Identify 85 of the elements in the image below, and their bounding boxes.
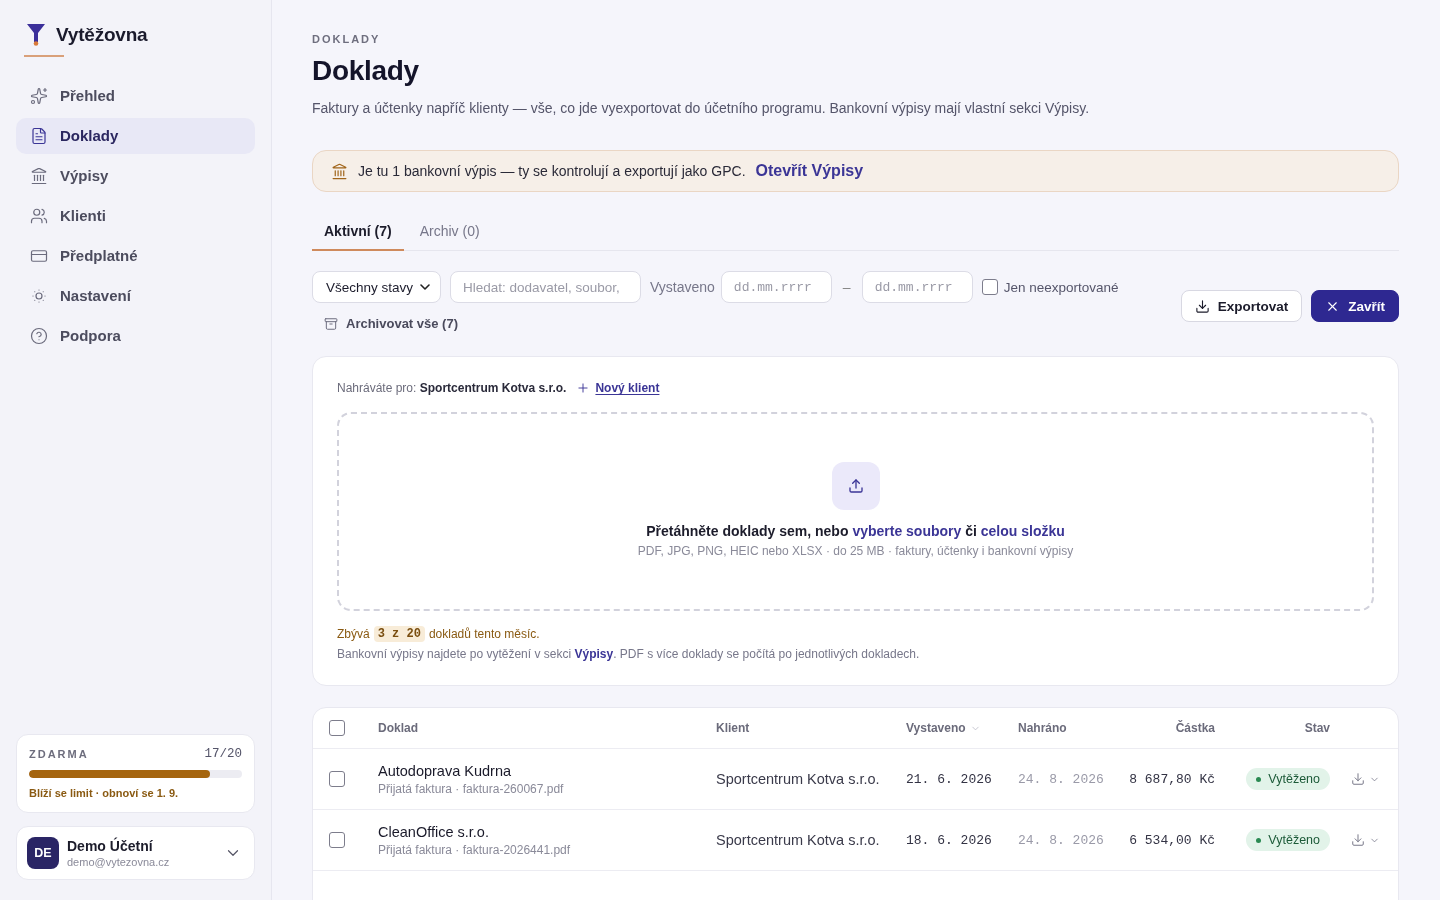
document-name: Autodoprava Kudrna	[378, 762, 512, 779]
document-name: CleanOffice s.r.o.	[378, 823, 490, 840]
unexported-checkbox[interactable]	[981, 279, 998, 295]
plan-usage: 17/20	[204, 747, 242, 761]
document-icon	[30, 126, 48, 145]
column-header: Doklad	[378, 721, 418, 735]
breadcrumb-label: DOKLADY	[312, 33, 382, 45]
plus-icon	[576, 381, 591, 395]
export-button[interactable]: Exportovat	[1180, 290, 1303, 322]
nav-item[interactable]: Přehled	[16, 77, 255, 114]
page-title: Doklady	[312, 55, 420, 87]
date-label: Vystaveno	[650, 279, 715, 295]
nav-item[interactable]: Doklady	[16, 117, 255, 154]
issued-date: 21. 6. 2026	[906, 771, 992, 787]
drop-instructions: Přetáhněte doklady sem, nebo vyberte soubory či celou složku	[646, 523, 1065, 539]
quota-text: dokladů tento měsíc.	[428, 627, 540, 641]
account-card[interactable]: DE Demo Účetní demo@vytezovna.cz	[16, 826, 255, 880]
avatar-initials: DE	[27, 837, 59, 869]
people-icon	[30, 206, 48, 225]
nav-item[interactable]: Výpisy	[16, 157, 255, 194]
client-name: Sportcentrum Kotva s.r.o.	[716, 832, 880, 848]
column-header: Částka	[1175, 721, 1215, 735]
tab[interactable]: Aktivní (7)	[312, 212, 404, 251]
help-icon	[30, 326, 48, 345]
uploaded-date: 24. 8. 2026	[1018, 771, 1104, 787]
date-to-field[interactable]: dd.mm.rrrr	[861, 271, 973, 303]
archive-all-button[interactable]: Archivovat vše (7)	[312, 314, 470, 333]
download-button[interactable]	[1350, 772, 1365, 786]
status-label: Vytěženo	[1268, 833, 1320, 847]
bank-icon	[30, 166, 48, 185]
select-all-checkbox[interactable]	[329, 720, 345, 736]
archive-icon	[324, 316, 338, 331]
column-header: Klient	[716, 721, 750, 735]
bank-icon	[331, 162, 348, 180]
amount: 6 534,00 Kč	[1129, 832, 1215, 848]
funnel-icon	[27, 24, 45, 46]
nav-item[interactable]: Podpora	[16, 317, 255, 354]
choose-folder-link[interactable]: celou složku	[980, 523, 1065, 539]
download-icon	[1350, 833, 1365, 847]
download-icon	[1194, 298, 1210, 314]
nav-item[interactable]: Předplatné	[16, 237, 255, 274]
nav-item[interactable]: Klienti	[16, 197, 255, 234]
status-label: Vytěženo	[1268, 772, 1320, 786]
column-header: Stav	[1304, 721, 1330, 735]
page-description: Faktury a účtenky napříč klienty — vše, co jde vyexportovat do účetního programu. Bankovní výpisy mají vlastní sekci Výpisy.	[312, 100, 1091, 116]
status-dot-icon	[1256, 837, 1262, 843]
plan-note: Blíží se limit · obnoví se 1. 9.	[29, 787, 180, 799]
search-field[interactable]: Hledat: dodavatel, soubor,	[450, 271, 641, 303]
close-button[interactable]: Zavřít	[1311, 290, 1399, 322]
tab[interactable]: Archiv (0)	[407, 212, 492, 251]
nav-item[interactable]: Nastavení	[16, 277, 255, 314]
user-email: demo@vytezovna.cz	[67, 856, 171, 868]
dropzone[interactable]: Přetáhněte doklady sem, nebo vyberte soubory či celou složku PDF, JPG, PNG, HEIC nebo XLSX · do 25 MB · faktury, účtenky i bankovní výpisy	[337, 412, 1374, 611]
upload-client-text: Nahráváte pro: Sportcentrum Kotva s.r.o.	[337, 381, 567, 395]
row-checkbox[interactable]	[329, 832, 345, 848]
date-from-field[interactable]: dd.mm.rrrr	[720, 271, 832, 303]
row-checkbox[interactable]	[329, 771, 345, 787]
quota-label: Zbývá	[337, 627, 370, 641]
issued-date: 18. 6. 2026	[906, 832, 992, 848]
sparkles-icon	[30, 86, 48, 105]
client-name: Sportcentrum Kotva s.r.o.	[716, 771, 880, 787]
plan-name: ZDARMA	[29, 748, 89, 760]
unexported-label: Jen neexportované	[1003, 279, 1119, 295]
date-separator: –	[841, 279, 852, 295]
upload-icon	[831, 462, 880, 510]
uploaded-date: 24. 8. 2026	[1018, 832, 1104, 848]
statements-link[interactable]: Výpisy	[574, 647, 614, 661]
banner-text: Je tu 1 bankovní výpis — ty se kontrolují a exportují jako GPC.	[358, 163, 746, 179]
open-statements-link[interactable]: Otevřít Výpisy	[755, 162, 864, 180]
status-dot-icon	[1256, 776, 1262, 782]
status-select[interactable]: Všechny stavy	[312, 271, 441, 303]
document-detail: Přijatá faktura · faktura-260067.pdf	[378, 781, 564, 796]
document-detail: Přijatá faktura · faktura-2026441.pdf	[378, 842, 571, 857]
download-icon	[1350, 772, 1365, 786]
quota-count: 3 z 20	[373, 626, 425, 642]
new-client-link[interactable]: Nový klient	[576, 381, 660, 395]
amount: 8 687,80 Kč	[1129, 771, 1215, 787]
user-name: Demo Účetní	[67, 838, 154, 854]
download-button[interactable]	[1350, 833, 1365, 847]
column-header[interactable]: Vystaveno	[906, 721, 966, 735]
statements-note: Bankovní výpisy najdete po vytěžení v sekci Výpisy. PDF s více doklady se počítá po jednotlivých dokladech.	[337, 647, 921, 661]
brand-name: Vytěžovna	[56, 24, 148, 46]
file-types-hint: PDF, JPG, PNG, HEIC nebo XLSX · do 25 MB · faktury, účtenky i bankovní výpisy	[637, 544, 1074, 558]
choose-files-link[interactable]: vyberte soubory	[852, 523, 962, 539]
column-header: Nahráno	[1018, 721, 1067, 735]
